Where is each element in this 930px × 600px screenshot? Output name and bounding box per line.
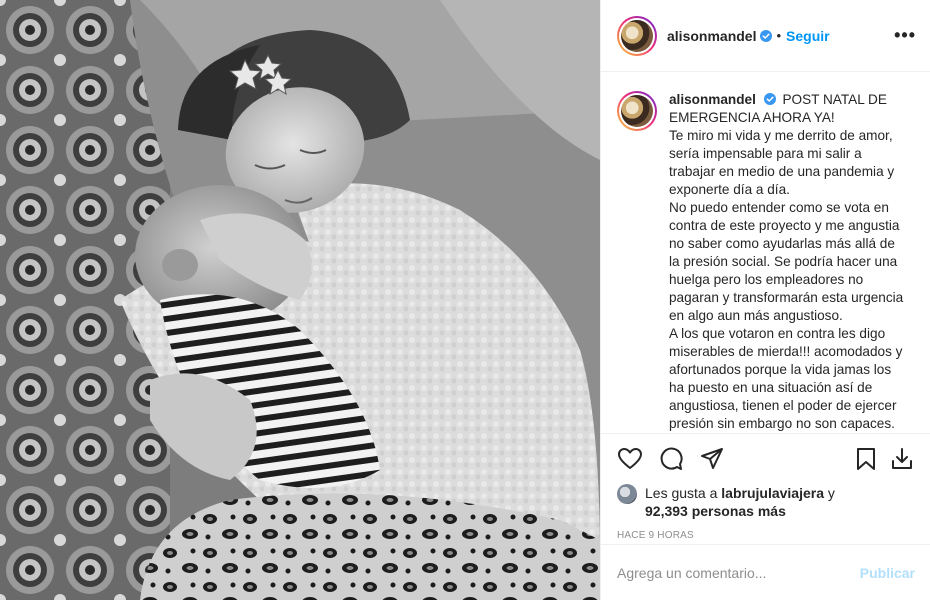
- separator-dot: •: [776, 28, 782, 43]
- caption-username[interactable]: alisonmandel: [669, 92, 756, 107]
- likes-conjunction: y: [827, 485, 835, 501]
- action-bar-right: [843, 446, 915, 472]
- post-side-panel: alisonmandel • Seguir ••• alisonmandel P…: [600, 0, 930, 600]
- avatar[interactable]: [617, 15, 657, 56]
- comment-input[interactable]: [617, 564, 860, 581]
- likes-summary: Les gusta a labrujulaviajera y 92,393 pe…: [601, 484, 930, 520]
- caption-line: No puedo entender como se vota en contra…: [669, 200, 904, 323]
- liker-username[interactable]: labrujulaviajera: [721, 485, 824, 501]
- post-username[interactable]: alisonmandel: [667, 28, 756, 44]
- caption-row: alisonmandel POST NATAL DE EMERGENCIA AH…: [617, 91, 915, 433]
- caption-line: A los que votaron en contra les digo mis…: [669, 326, 903, 431]
- post-timestamp[interactable]: HACE 9 HORAS: [601, 520, 930, 541]
- instagram-post-window: alisonmandel • Seguir ••• alisonmandel P…: [0, 0, 930, 600]
- likes-prefix: Les gusta a: [645, 485, 718, 501]
- verified-badge-icon: [760, 29, 773, 42]
- comment-box: Publicar: [601, 544, 930, 600]
- photo-mother-baby: [0, 0, 600, 600]
- actions-area: Les gusta a labrujulaviajera y 92,393 pe…: [601, 433, 930, 541]
- caption-area[interactable]: alisonmandel POST NATAL DE EMERGENCIA AH…: [601, 73, 930, 433]
- caption-line: Te miro mi vida y me derrito de amor, se…: [669, 128, 895, 197]
- more-options-button[interactable]: •••: [894, 25, 916, 46]
- verified-badge-icon: [763, 93, 776, 105]
- comment-icon[interactable]: [658, 446, 684, 472]
- likes-text: Les gusta a labrujulaviajera y 92,393 pe…: [645, 484, 835, 520]
- heart-icon[interactable]: [617, 446, 643, 472]
- liker-avatar[interactable]: [617, 484, 637, 504]
- post-photo[interactable]: [0, 0, 600, 600]
- caption-text: alisonmandel POST NATAL DE EMERGENCIA AH…: [669, 91, 909, 433]
- publish-comment-button[interactable]: Publicar: [860, 565, 915, 581]
- likes-count[interactable]: 92,393 personas más: [645, 503, 786, 519]
- download-icon[interactable]: [889, 446, 915, 472]
- send-icon[interactable]: [699, 446, 725, 472]
- action-bar: [601, 434, 930, 484]
- post-header: alisonmandel • Seguir •••: [601, 0, 930, 72]
- bookmark-icon[interactable]: [853, 446, 879, 472]
- follow-button[interactable]: Seguir: [786, 28, 830, 44]
- caption-avatar[interactable]: [617, 91, 657, 131]
